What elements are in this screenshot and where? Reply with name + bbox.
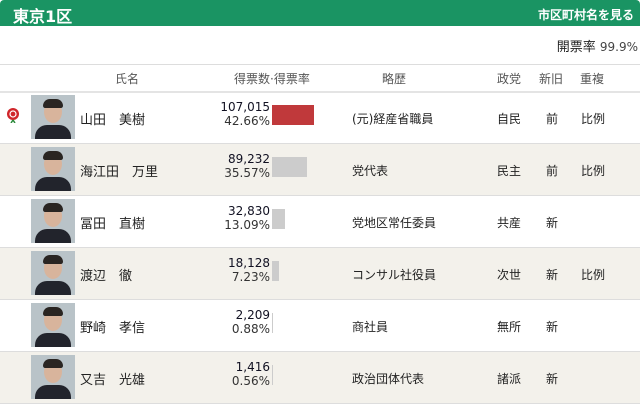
col-name: 氏名 bbox=[115, 72, 140, 86]
candidate-row: 野崎 孝信 2,209 0.88% 商社員 無所 新 bbox=[0, 300, 640, 352]
votes-number: 18,128 bbox=[228, 256, 270, 270]
candidate-dual: 比例 bbox=[581, 268, 606, 282]
vote-share-bar bbox=[272, 105, 314, 125]
vote-share-bar bbox=[272, 365, 273, 385]
vote-share-bar bbox=[272, 157, 307, 177]
candidate-name: 野崎 孝信 bbox=[80, 321, 146, 336]
col-party: 政党 bbox=[497, 72, 522, 86]
view-municipalities-link[interactable]: 市区町村名を見る bbox=[538, 6, 634, 23]
candidate-status: 前 bbox=[546, 164, 559, 178]
votes-number: 1,416 bbox=[235, 360, 270, 374]
candidate-photo bbox=[31, 95, 75, 139]
candidate-bio: 政治団体代表 bbox=[352, 372, 425, 386]
district-header: 東京1区 市区町村名を見る bbox=[0, 0, 640, 26]
candidate-name: 冨田 直樹 bbox=[80, 217, 146, 232]
candidate-party: 諸派 bbox=[497, 372, 522, 386]
candidate-party: 次世 bbox=[497, 268, 522, 282]
candidate-dual: 比例 bbox=[581, 164, 606, 178]
candidate-photo bbox=[31, 251, 75, 295]
vote-share-bar bbox=[272, 209, 285, 229]
votes-number: 32,830 bbox=[228, 204, 270, 218]
vote-percent: 42.66% bbox=[224, 114, 270, 128]
candidate-bio: コンサル社役員 bbox=[352, 268, 437, 282]
candidate-party: 民主 bbox=[497, 164, 522, 178]
vote-percent: 13.09% bbox=[224, 218, 270, 232]
vote-count: 89,232 35.57% bbox=[224, 152, 270, 180]
counting-rate-label: 開票率 bbox=[556, 40, 596, 55]
candidate-party: 無所 bbox=[497, 320, 522, 334]
col-bio: 略歴 bbox=[382, 72, 407, 86]
district-title: 東京1区 bbox=[13, 7, 73, 26]
candidate-dual: 比例 bbox=[581, 112, 606, 126]
votes-number: 107,015 bbox=[220, 100, 270, 114]
candidate-party: 共産 bbox=[497, 216, 522, 230]
candidate-photo bbox=[31, 355, 75, 399]
vote-share-bar bbox=[272, 313, 273, 333]
candidate-name: 海江田 万里 bbox=[80, 165, 159, 180]
vote-count: 107,015 42.66% bbox=[220, 100, 270, 128]
candidate-row: 海江田 万里 89,232 35.57% 党代表 民主 前 比例 bbox=[0, 144, 640, 196]
candidate-bio: (元)経産省職員 bbox=[352, 112, 434, 126]
candidate-photo bbox=[31, 147, 75, 191]
vote-count: 2,209 0.88% bbox=[232, 308, 270, 336]
counting-rate: 開票率 99.9% bbox=[557, 36, 638, 55]
col-dual: 重複 bbox=[580, 72, 605, 86]
col-status: 新旧 bbox=[539, 72, 564, 86]
candidate-status: 新 bbox=[546, 320, 559, 334]
vote-share-bar bbox=[272, 261, 280, 281]
candidate-bio: 党代表 bbox=[352, 164, 389, 178]
candidate-bio: 商社員 bbox=[352, 320, 389, 334]
candidate-status: 新 bbox=[546, 372, 559, 386]
counting-rate-value: 99.9% bbox=[599, 40, 638, 54]
vote-percent: 35.57% bbox=[224, 166, 270, 180]
candidate-status: 新 bbox=[546, 216, 559, 230]
vote-count: 1,416 0.56% bbox=[232, 360, 270, 388]
vote-count: 18,128 7.23% bbox=[228, 256, 270, 284]
candidate-bio: 党地区常任委員 bbox=[352, 216, 437, 230]
vote-percent: 0.88% bbox=[231, 322, 270, 336]
candidate-row: 渡辺 徹 18,128 7.23% コンサル社役員 次世 新 比例 bbox=[0, 248, 640, 300]
candidate-name: 山田 美樹 bbox=[80, 113, 146, 128]
candidate-status: 新 bbox=[546, 268, 559, 282]
vote-count: 32,830 13.09% bbox=[224, 204, 270, 232]
vote-percent: 7.23% bbox=[231, 270, 270, 284]
vote-percent: 0.56% bbox=[231, 374, 270, 388]
candidate-row: 又吉 光雄 1,416 0.56% 政治団体代表 諸派 新 bbox=[0, 352, 640, 404]
candidate-row: 山田 美樹 107,015 42.66% (元)経産省職員 自民 前 比例 bbox=[0, 92, 640, 144]
candidate-status: 前 bbox=[546, 112, 559, 126]
candidate-party: 自民 bbox=[497, 112, 522, 126]
candidate-row: 冨田 直樹 32,830 13.09% 党地区常任委員 共産 新 bbox=[0, 196, 640, 248]
candidate-photo bbox=[31, 199, 75, 243]
candidate-photo bbox=[31, 303, 75, 347]
col-votes: 得票数·得票率 bbox=[234, 72, 310, 86]
candidate-name: 渡辺 徹 bbox=[80, 269, 133, 284]
table-header: 氏名 得票数·得票率 略歴 政党 新旧 重複 bbox=[0, 64, 640, 93]
votes-number: 89,232 bbox=[228, 152, 270, 166]
votes-number: 2,209 bbox=[235, 308, 270, 322]
candidate-name: 又吉 光雄 bbox=[80, 373, 146, 388]
winner-rose-icon bbox=[7, 108, 19, 123]
